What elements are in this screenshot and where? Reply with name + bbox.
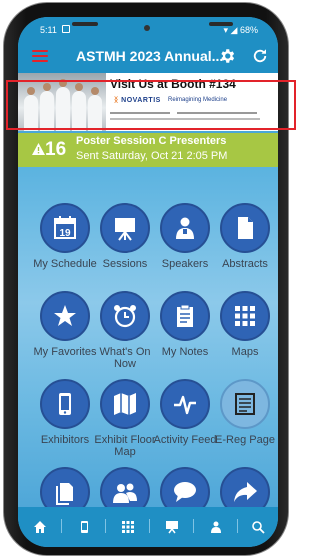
warning-icon bbox=[32, 143, 45, 155]
tile-label: Exhibitors bbox=[40, 434, 90, 446]
tab-sessions[interactable] bbox=[150, 507, 193, 547]
tab-home[interactable] bbox=[18, 507, 61, 547]
tile-exhibitors[interactable]: Exhibitors bbox=[33, 379, 97, 446]
grid-icon bbox=[121, 521, 134, 533]
notification-subtitle: Sent Saturday, Oct 21 2:05 PM bbox=[76, 150, 228, 162]
presentation-icon bbox=[165, 521, 178, 534]
tab-exhibitors[interactable] bbox=[62, 507, 105, 547]
clipboard-icon bbox=[177, 304, 193, 327]
tile-label: Maps bbox=[231, 346, 259, 358]
alarm-clock-icon bbox=[114, 305, 136, 328]
tile-label: My Notes bbox=[161, 346, 209, 358]
sim-icon bbox=[62, 25, 70, 33]
speaker-grille bbox=[72, 22, 98, 26]
status-time: 5:11 bbox=[40, 25, 57, 35]
status-right: ▾ ◢ 68% bbox=[224, 25, 258, 36]
tile-label: Speakers bbox=[161, 258, 209, 270]
tab-speakers[interactable] bbox=[194, 507, 237, 547]
tile-activity-feed[interactable]: Activity Feed bbox=[153, 379, 217, 446]
banner-brand: NOVARTIS bbox=[121, 97, 161, 104]
search-icon bbox=[252, 521, 265, 534]
tile-maps[interactable]: Maps bbox=[213, 291, 277, 358]
tile-abstracts[interactable]: Abstracts bbox=[213, 203, 277, 270]
battery-level: 68% bbox=[239, 25, 258, 35]
tab-search[interactable] bbox=[238, 507, 278, 547]
page-title: ASTMH 2023 Annual... bbox=[76, 48, 224, 64]
banner-fine-print bbox=[110, 110, 275, 121]
sensor bbox=[209, 22, 233, 26]
sponsor-banner[interactable]: Visit Us at Booth #134 ᛝ NOVARTIS Reimag… bbox=[18, 73, 278, 131]
banner-headline: Visit Us at Booth #134 bbox=[110, 77, 236, 91]
svg-text:19: 19 bbox=[59, 228, 71, 239]
tile-label: What's On Now bbox=[99, 346, 151, 370]
banner-tagline: Reimagining Medicine bbox=[168, 97, 228, 103]
tab-apps[interactable] bbox=[106, 507, 149, 547]
tile-label: Sessions bbox=[102, 258, 148, 270]
phone-frame: 5:11 ▾ ◢ 68% ASTMH 2023 Annual... Visit … bbox=[3, 2, 289, 556]
mobile-icon bbox=[59, 393, 71, 415]
presentation-icon bbox=[115, 218, 135, 241]
tile-my-notes[interactable]: My Notes bbox=[153, 291, 217, 358]
newspaper-icon bbox=[235, 393, 255, 415]
document-icon bbox=[238, 217, 253, 239]
tile-label: Exhibit Floor Map bbox=[94, 434, 156, 458]
mobile-icon bbox=[80, 521, 88, 533]
pulse-icon bbox=[174, 395, 196, 415]
gear-icon[interactable] bbox=[218, 47, 236, 65]
documents-icon bbox=[56, 483, 73, 505]
bottom-tab-bar bbox=[18, 507, 278, 547]
notification-banner[interactable]: 16 Poster Session C Presenters Sent Satu… bbox=[18, 133, 278, 167]
tile-speakers[interactable]: Speakers bbox=[153, 203, 217, 270]
signal-icon: ▾ ◢ bbox=[223, 25, 240, 35]
tile-my-schedule[interactable]: 19 My Schedule bbox=[33, 203, 97, 270]
speaker-icon bbox=[210, 521, 221, 533]
share-icon bbox=[234, 482, 257, 502]
map-icon bbox=[114, 393, 136, 415]
notification-title: Poster Session C Presenters bbox=[76, 135, 227, 147]
tile-label: My Favorites bbox=[33, 346, 97, 358]
grid-icon bbox=[235, 306, 255, 326]
calendar-icon: 19 bbox=[54, 216, 76, 239]
speaker-icon bbox=[176, 217, 194, 239]
tile-e-reg-page[interactable]: E-Reg Page bbox=[213, 379, 277, 446]
banner-photo bbox=[18, 73, 106, 131]
menu-icon[interactable] bbox=[32, 50, 48, 64]
refresh-icon[interactable] bbox=[251, 47, 269, 65]
app-header: ASTMH 2023 Annual... bbox=[18, 41, 278, 73]
app-screen: 5:11 ▾ ◢ 68% ASTMH 2023 Annual... Visit … bbox=[18, 17, 278, 547]
tile-label: E-Reg Page bbox=[215, 434, 275, 446]
tile-label: Activity Feed bbox=[153, 434, 217, 446]
chat-icon bbox=[174, 482, 196, 502]
star-icon bbox=[54, 305, 76, 326]
novartis-logo: ᛝ NOVARTIS bbox=[114, 97, 161, 104]
tile-sessions[interactable]: Sessions bbox=[93, 203, 157, 270]
tile-my-favorites[interactable]: My Favorites bbox=[33, 291, 97, 358]
tile-label: Abstracts bbox=[222, 258, 268, 270]
notification-count: 16 bbox=[45, 139, 67, 160]
front-camera bbox=[144, 25, 150, 31]
home-icon bbox=[33, 521, 46, 533]
tile-exhibit-floor-map[interactable]: Exhibit Floor Map bbox=[93, 379, 157, 458]
people-icon bbox=[113, 483, 137, 503]
tile-label: My Schedule bbox=[33, 258, 97, 270]
tile-whats-on-now[interactable]: What's On Now bbox=[93, 291, 157, 370]
menu-grid: 19 My Schedule Sessions Speakers Abstrac… bbox=[18, 167, 278, 517]
